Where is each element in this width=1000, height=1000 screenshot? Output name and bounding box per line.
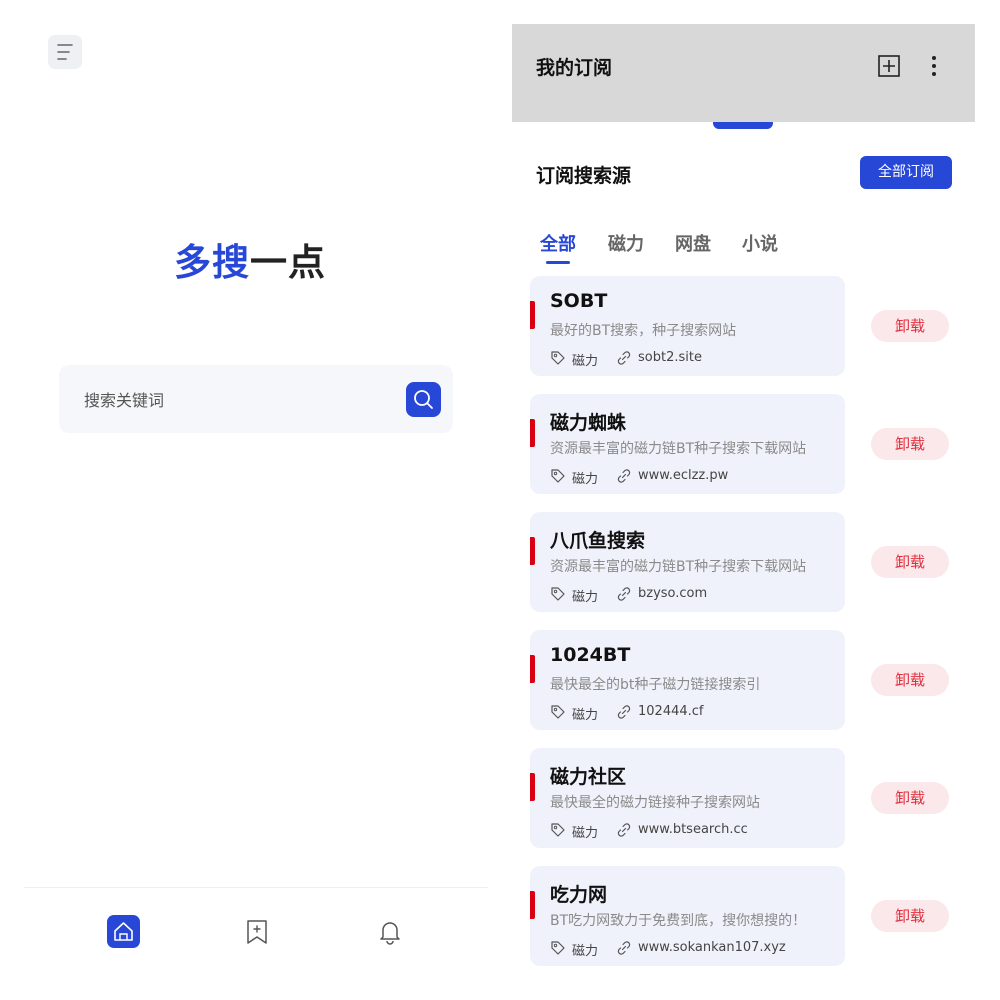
tag-icon bbox=[550, 704, 566, 720]
source-title: SOBT bbox=[550, 290, 608, 312]
source-url: bzyso.com bbox=[638, 586, 708, 601]
source-description: 资源最丰富的磁力链BT种子搜索下载网站 bbox=[550, 559, 807, 575]
tag-icon bbox=[550, 586, 566, 602]
source-category: 磁力 bbox=[572, 826, 599, 841]
tag-icon bbox=[550, 940, 566, 956]
bookmark-add-icon bbox=[247, 920, 267, 944]
active-tab-indicator bbox=[546, 261, 570, 264]
uninstall-button[interactable]: 卸载 bbox=[871, 546, 949, 578]
source-url: www.btsearch.cc bbox=[638, 822, 748, 837]
source-title: 磁力蜘蛛 bbox=[550, 412, 627, 434]
card-marker bbox=[530, 773, 535, 801]
link-icon bbox=[616, 468, 632, 484]
menu-button[interactable] bbox=[48, 35, 82, 69]
source-card[interactable]: 磁力社区最快最全的磁力链接种子搜索网站磁力 www.btsearch.cc bbox=[530, 748, 845, 848]
drag-handle bbox=[713, 122, 773, 129]
tag-icon bbox=[550, 350, 566, 366]
more-options-button[interactable] bbox=[924, 53, 944, 79]
uninstall-button[interactable]: 卸载 bbox=[871, 782, 949, 814]
app-logo: 多搜一点 bbox=[0, 232, 500, 286]
home-screen: 多搜一点 搜索关键词 bbox=[0, 0, 500, 1000]
uninstall-button[interactable]: 卸载 bbox=[871, 428, 949, 460]
logo-part-1: 多搜 bbox=[174, 241, 250, 284]
nav-subscriptions-button[interactable] bbox=[244, 918, 270, 946]
plus-square-icon bbox=[878, 55, 900, 77]
link-icon bbox=[616, 940, 632, 956]
source-url: 102444.cf bbox=[638, 704, 704, 719]
uninstall-button[interactable]: 卸载 bbox=[871, 310, 949, 342]
source-description: 最快最全的bt种子磁力链接搜索引 bbox=[550, 677, 761, 693]
page-title: 我的订阅 bbox=[536, 57, 613, 79]
source-card[interactable]: 八爪鱼搜索资源最丰富的磁力链BT种子搜索下载网站磁力 bzyso.com bbox=[530, 512, 845, 612]
source-description: 最快最全的磁力链接种子搜索网站 bbox=[550, 795, 760, 811]
home-icon bbox=[114, 922, 133, 941]
tab-novel[interactable]: 小说 bbox=[742, 230, 778, 256]
search-input[interactable]: 搜索关键词 bbox=[84, 387, 164, 411]
tab-all[interactable]: 全部 bbox=[540, 230, 576, 256]
bottom-nav-divider bbox=[24, 887, 488, 888]
uninstall-button[interactable]: 卸载 bbox=[871, 664, 949, 696]
nav-home-button[interactable] bbox=[107, 915, 140, 948]
logo-part-2: 一点 bbox=[250, 241, 326, 284]
source-card[interactable]: 磁力蜘蛛资源最丰富的磁力链BT种子搜索下载网站磁力 www.eclzz.pw bbox=[530, 394, 845, 494]
link-icon bbox=[616, 704, 632, 720]
source-category: 磁力 bbox=[572, 590, 599, 605]
tab-magnet[interactable]: 磁力 bbox=[608, 230, 644, 256]
search-button[interactable] bbox=[406, 382, 441, 417]
card-marker bbox=[530, 301, 535, 329]
source-url: sobt2.site bbox=[638, 350, 702, 365]
add-button[interactable] bbox=[877, 54, 901, 78]
bell-icon bbox=[380, 922, 400, 945]
link-icon bbox=[616, 822, 632, 838]
source-card[interactable]: 1024BT 最快最全的bt种子磁力链接搜索引磁力 102444.cf bbox=[530, 630, 845, 730]
search-icon bbox=[414, 390, 433, 409]
menu-lines-icon bbox=[57, 44, 73, 60]
source-card[interactable]: 吃力网 BT吃力网致力于免费到底，搜你想搜的！ 磁力 www.sokankan107.… bbox=[530, 866, 845, 966]
source-description: 资源最丰富的磁力链BT种子搜索下载网站 bbox=[550, 441, 807, 457]
source-category: 磁力 bbox=[572, 354, 599, 369]
source-category: 磁力 bbox=[572, 944, 599, 959]
subscribe-all-button[interactable]: 全部订阅 bbox=[860, 156, 952, 189]
tab-netdisk[interactable]: 网盘 bbox=[675, 230, 711, 256]
source-url: www.sokankan107.xyz bbox=[638, 940, 786, 955]
card-marker bbox=[530, 655, 535, 683]
source-title: 八爪鱼搜索 bbox=[550, 530, 646, 552]
source-category: 磁力 bbox=[572, 708, 599, 723]
source-url: www.eclzz.pw bbox=[638, 468, 729, 483]
link-icon bbox=[616, 350, 632, 366]
section-title: 订阅搜索源 bbox=[536, 165, 632, 187]
source-description: BT吃力网致力于免费到底，搜你想搜的！ bbox=[550, 913, 807, 929]
source-title: 吃力网 bbox=[550, 884, 608, 906]
source-title: 磁力社区 bbox=[550, 766, 627, 788]
card-marker bbox=[530, 419, 535, 447]
link-icon bbox=[616, 586, 632, 602]
source-category: 磁力 bbox=[572, 472, 599, 487]
source-title: 1024BT bbox=[550, 644, 631, 666]
source-description: 最好的BT搜索，种子搜索网站 bbox=[550, 323, 737, 339]
source-card[interactable]: SOBT 最好的BT搜索，种子搜索网站磁力 sobt2.site bbox=[530, 276, 845, 376]
tag-icon bbox=[550, 822, 566, 838]
tag-icon bbox=[550, 468, 566, 484]
nav-notifications-button[interactable] bbox=[377, 918, 403, 946]
card-marker bbox=[530, 537, 535, 565]
uninstall-button[interactable]: 卸载 bbox=[871, 900, 949, 932]
card-marker bbox=[530, 891, 535, 919]
more-vertical-icon bbox=[932, 56, 936, 76]
